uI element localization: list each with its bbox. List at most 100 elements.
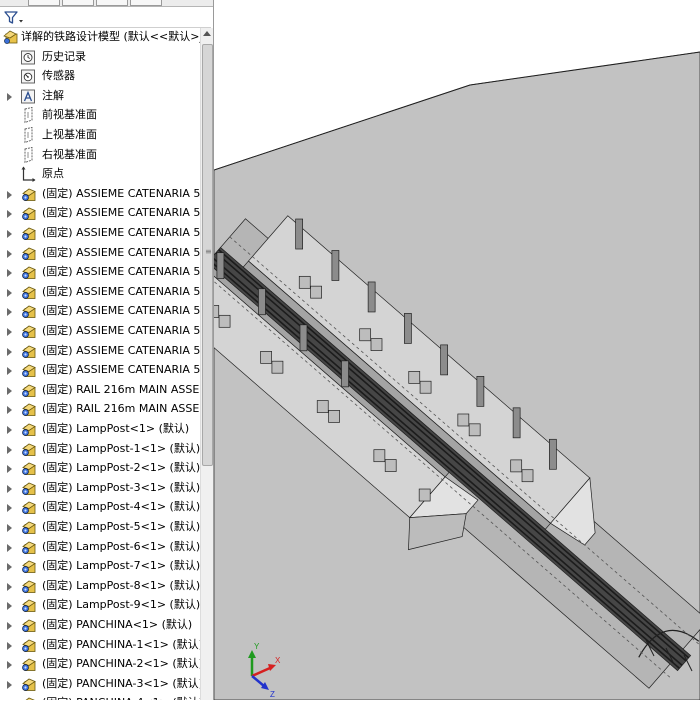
expand-arrow-icon[interactable] bbox=[7, 367, 12, 376]
tree-item[interactable]: (固定) LampPost-7<1> (默认) bbox=[0, 557, 200, 576]
column bbox=[367, 281, 376, 313]
tree-item[interactable]: (固定) ASSIEME CATENARIA 50 bbox=[0, 204, 200, 223]
tree-item-label: 右视基准面 bbox=[42, 147, 97, 161]
assembly-icon bbox=[20, 558, 37, 575]
tree-item-label: (固定) ASSIEME CATENARIA 50 bbox=[42, 343, 200, 357]
tree-root-item[interactable]: 详解的铁路设计模型 (默认<<默认>_ bbox=[0, 28, 200, 47]
expand-arrow-icon[interactable] bbox=[7, 210, 12, 219]
tree-item[interactable]: (固定) PANCHINA-1<1> (默认) bbox=[0, 636, 200, 655]
tree-item[interactable]: (固定) PANCHINA-4<1> (默认) bbox=[0, 694, 200, 700]
tree-item[interactable]: (固定) LampPost-1<1> (默认) bbox=[0, 440, 200, 459]
expand-arrow-icon[interactable] bbox=[7, 386, 12, 395]
tree-item-label: 详解的铁路设计模型 (默认<<默认>_ bbox=[21, 30, 200, 43]
tab-dimxpert-manager[interactable] bbox=[130, 0, 162, 6]
expand-arrow-icon[interactable] bbox=[7, 602, 12, 611]
tree-item-label: (固定) LampPost-7<1> (默认) bbox=[42, 559, 200, 573]
tree-item[interactable]: (固定) LampPost-6<1> (默认) bbox=[0, 538, 200, 557]
tree-item[interactable]: (固定) LampPost-4<1> (默认) bbox=[0, 498, 200, 517]
tree-item[interactable]: 前视基准面 bbox=[0, 106, 200, 125]
tree-item[interactable]: (固定) LampPost-2<1> (默认) bbox=[0, 459, 200, 478]
bench-box bbox=[328, 410, 340, 423]
tree-item[interactable]: 上视基准面 bbox=[0, 126, 200, 145]
assembly-icon bbox=[20, 284, 37, 301]
expand-arrow-icon[interactable] bbox=[7, 426, 12, 434]
expand-arrow-icon[interactable] bbox=[7, 92, 12, 101]
tree-item[interactable]: (固定) LampPost-9<1> (默认) bbox=[0, 596, 200, 615]
expand-arrow-icon[interactable] bbox=[7, 230, 12, 238]
bench-box bbox=[468, 423, 481, 437]
expand-arrow-icon[interactable] bbox=[7, 680, 12, 689]
column bbox=[258, 288, 266, 316]
tree-item[interactable]: (固定) RAIL 216m MAIN ASSEM bbox=[0, 381, 200, 400]
expand-arrow-icon[interactable] bbox=[7, 328, 12, 336]
tree-item[interactable]: (固定) ASSIEME CATENARIA 50 bbox=[0, 322, 200, 341]
tab-feature-manager[interactable] bbox=[28, 0, 60, 6]
feature-tree: 详解的铁路设计模型 (默认<<默认>_ 历史记录 传感器 注解 前视基准面 上视基准面右视… bbox=[0, 28, 200, 700]
expand-arrow-icon[interactable] bbox=[7, 347, 12, 356]
expand-arrow-icon[interactable] bbox=[7, 484, 12, 493]
tree-item[interactable]: (固定) RAIL 216m MAIN ASSEM bbox=[0, 400, 200, 419]
tree-item[interactable]: (固定) ASSIEME CATENARIA 50 bbox=[0, 185, 200, 204]
model-3d-view[interactable]: Y X Z bbox=[167, 0, 700, 701]
scroll-up-arrow-icon[interactable] bbox=[203, 31, 211, 36]
tree-item[interactable]: 原点 bbox=[0, 165, 200, 184]
expand-arrow-icon[interactable] bbox=[7, 288, 12, 297]
tree-item[interactable]: (固定) ASSIEME CATENARIA 50 bbox=[0, 342, 200, 361]
tree-item[interactable]: (固定) PANCHINA-2<1> (默认) bbox=[0, 655, 200, 674]
expand-arrow-icon[interactable] bbox=[7, 465, 12, 474]
tree-item[interactable]: (固定) PANCHINA-3<1> (默认) bbox=[0, 675, 200, 694]
bench-box bbox=[207, 305, 220, 318]
graphics-viewport[interactable]: Y X Z bbox=[167, 0, 700, 701]
filter-icon[interactable] bbox=[4, 10, 24, 29]
tree-scrollbar[interactable]: ≡ bbox=[200, 28, 213, 700]
assembly-icon bbox=[20, 186, 37, 203]
tree-item[interactable]: (固定) LampPost-3<1> (默认) bbox=[0, 479, 200, 498]
expand-arrow-icon[interactable] bbox=[7, 563, 12, 572]
expand-arrow-icon[interactable] bbox=[7, 641, 12, 650]
expand-arrow-icon[interactable] bbox=[7, 524, 12, 532]
tree-item-label: (固定) RAIL 216m MAIN ASSEM bbox=[42, 402, 200, 416]
column bbox=[404, 313, 412, 344]
tree-item[interactable]: (固定) ASSIEME CATENARIA 50 bbox=[0, 224, 200, 243]
tab-configuration-manager[interactable] bbox=[96, 0, 128, 6]
annotation-icon bbox=[20, 88, 37, 105]
expand-arrow-icon[interactable] bbox=[7, 269, 12, 278]
tree-item[interactable]: 历史记录 bbox=[0, 48, 200, 67]
expand-arrow-icon[interactable] bbox=[7, 504, 12, 513]
tree-item[interactable]: (固定) ASSIEME CATENARIA 50 bbox=[0, 283, 200, 302]
tree-item[interactable]: 注解 bbox=[0, 87, 200, 106]
expand-arrow-icon[interactable] bbox=[7, 406, 12, 415]
expand-arrow-icon[interactable] bbox=[7, 661, 12, 670]
scrollbar-thumb[interactable]: ≡ bbox=[202, 44, 213, 466]
tree-item[interactable]: 右视基准面 bbox=[0, 146, 200, 165]
tree-item[interactable]: (固定) LampPost-8<1> (默认) bbox=[0, 577, 200, 596]
tree-item-label: (固定) LampPost-3<1> (默认) bbox=[42, 480, 200, 494]
tree-item[interactable]: (固定) ASSIEME CATENARIA 50 bbox=[0, 361, 200, 380]
tree-item[interactable]: (固定) LampPost-5<1> (默认) bbox=[0, 518, 200, 537]
bench-box bbox=[359, 328, 372, 342]
expand-arrow-icon[interactable] bbox=[7, 582, 12, 591]
expand-arrow-icon[interactable] bbox=[7, 445, 12, 454]
triad-z-label: Z bbox=[270, 690, 275, 699]
expand-arrow-icon[interactable] bbox=[7, 190, 12, 199]
expand-arrow-icon[interactable] bbox=[7, 308, 12, 317]
tree-item[interactable]: (固定) PANCHINA<1> (默认) bbox=[0, 616, 200, 635]
tree-item-label: (固定) LampPost-2<1> (默认) bbox=[42, 461, 200, 475]
tree-item[interactable]: (固定) ASSIEME CATENARIA 50 bbox=[0, 302, 200, 321]
tree-item[interactable]: (固定) ASSIEME CATENARIA 50 bbox=[0, 244, 200, 263]
triad-y-label: Y bbox=[254, 642, 260, 651]
tree-item[interactable]: (固定) LampPost<1> (默认) bbox=[0, 420, 200, 439]
expand-arrow-icon[interactable] bbox=[7, 249, 12, 258]
tree-item-label: (固定) LampPost<1> (默认) bbox=[42, 422, 190, 435]
assembly-icon bbox=[20, 617, 37, 634]
tree-item-label: (固定) ASSIEME CATENARIA 50 bbox=[42, 265, 200, 279]
expand-arrow-icon[interactable] bbox=[7, 543, 12, 552]
tree-item-label: (固定) ASSIEME CATENARIA 50 bbox=[42, 324, 200, 337]
plane-icon bbox=[20, 126, 37, 144]
tree-item[interactable]: 传感器 bbox=[0, 67, 200, 86]
assembly-icon bbox=[20, 637, 37, 654]
tree-item[interactable]: (固定) ASSIEME CATENARIA 50 bbox=[0, 263, 200, 282]
tree-item-label: (固定) ASSIEME CATENARIA 50 bbox=[42, 206, 200, 220]
expand-arrow-icon[interactable] bbox=[7, 622, 12, 630]
tab-property-manager[interactable] bbox=[62, 0, 94, 6]
